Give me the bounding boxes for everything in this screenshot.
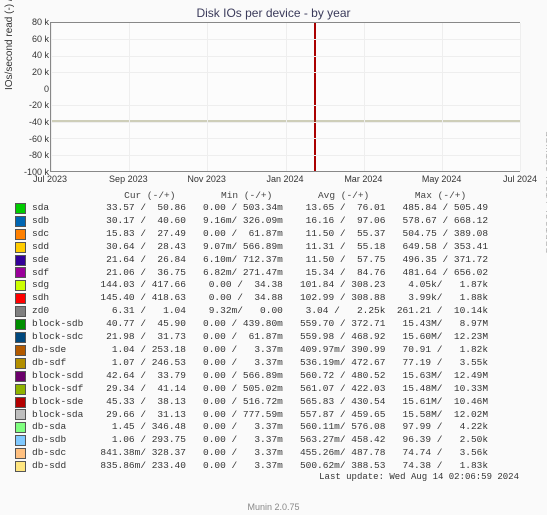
x-tick: Jul 2023: [33, 174, 67, 184]
legend-row: db-sde 1.04 / 253.18 0.00 / 3.37m 409.97…: [15, 344, 488, 357]
y-tick: 60 k: [9, 34, 49, 44]
y-tick: -40 k: [9, 117, 49, 127]
legend-swatch: [15, 242, 26, 253]
legend-row: block-sdf 29.34 / 41.14 0.00 / 505.02m 5…: [15, 383, 488, 396]
legend-swatch: [15, 203, 26, 214]
legend-row: block-sdb 40.77 / 45.90 0.00 / 439.80m 5…: [15, 318, 488, 331]
legend-text: sdb 30.17 / 40.60 9.16m/ 326.09m 16.16 /…: [32, 215, 488, 228]
legend-swatch: [15, 397, 26, 408]
legend-row: sdf 21.06 / 36.75 6.82m/ 271.47m 15.34 /…: [15, 267, 488, 280]
x-tick: Jan 2024: [266, 174, 303, 184]
legend-row: db-sda 1.45 / 346.48 0.00 / 3.37m 560.11…: [15, 421, 488, 434]
legend-swatch: [15, 255, 26, 266]
legend-swatch: [15, 216, 26, 227]
legend-swatch: [15, 461, 26, 472]
legend-text: block-sda 29.66 / 31.13 0.00 / 777.59m 5…: [32, 409, 488, 422]
y-tick: -80 k: [9, 150, 49, 160]
footer-text: Munin 2.0.75: [0, 502, 547, 512]
legend-swatch: [15, 306, 26, 317]
legend-swatch: [15, 371, 26, 382]
legend-row: db-sdb 1.06 / 293.75 0.00 / 3.37m 563.27…: [15, 434, 488, 447]
x-tick: Jul 2024: [503, 174, 537, 184]
legend-swatch: [15, 409, 26, 420]
legend-row: zd0 6.31 / 1.04 9.32m/ 0.00 3.04 / 2.25k…: [15, 305, 488, 318]
legend-text: db-sde 1.04 / 253.18 0.00 / 3.37m 409.97…: [32, 344, 488, 357]
y-tick: 80 k: [9, 17, 49, 27]
legend-swatch: [15, 422, 26, 433]
legend-text: block-sdb 40.77 / 45.90 0.00 / 439.80m 5…: [32, 318, 488, 331]
legend-swatch: [15, 332, 26, 343]
legend-row: block-sdd 42.64 / 33.79 0.00 / 566.89m 5…: [15, 370, 488, 383]
legend-text: block-sdf 29.34 / 41.14 0.00 / 505.02m 5…: [32, 383, 488, 396]
y-tick: 0: [9, 84, 49, 94]
data-spike: [314, 23, 316, 171]
legend-text: sda 33.57 / 50.86 0.00 / 503.34m 13.65 /…: [32, 202, 488, 215]
legend-swatch: [15, 229, 26, 240]
legend-text: sde 21.64 / 26.84 6.10m/ 712.37m 11.50 /…: [32, 254, 488, 267]
legend-row: sdb 30.17 / 40.60 9.16m/ 326.09m 16.16 /…: [15, 215, 488, 228]
y-tick: 20 k: [9, 67, 49, 77]
legend-row: sdg 144.03 / 417.66 0.00 / 34.38 101.84 …: [15, 279, 488, 292]
legend-text: block-sdc 21.98 / 31.73 0.00 / 61.87m 55…: [32, 331, 488, 344]
legend-row: block-sdc 21.98 / 31.73 0.00 / 61.87m 55…: [15, 331, 488, 344]
legend-text: sdg 144.03 / 417.66 0.00 / 34.38 101.84 …: [32, 279, 488, 292]
last-update-text: Last update: Wed Aug 14 02:06:59 2024: [319, 472, 519, 482]
legend-table: sda 33.57 / 50.86 0.00 / 503.34m 13.65 /…: [15, 202, 488, 473]
legend-text: sdd 30.64 / 28.43 9.07m/ 566.89m 11.31 /…: [32, 241, 488, 254]
legend-text: sdc 15.83 / 27.49 0.00 / 61.87m 11.50 / …: [32, 228, 488, 241]
legend-swatch: [15, 293, 26, 304]
legend-swatch: [15, 280, 26, 291]
legend-text: block-sdd 42.64 / 33.79 0.00 / 566.89m 5…: [32, 370, 488, 383]
legend-row: block-sda 29.66 / 31.13 0.00 / 777.59m 5…: [15, 409, 488, 422]
legend-row: sdh 145.40 / 418.63 0.00 / 34.88 102.99 …: [15, 292, 488, 305]
x-tick: Mar 2024: [344, 174, 382, 184]
y-tick: -20 k: [9, 100, 49, 110]
legend-swatch: [15, 267, 26, 278]
legend-text: db-sda 1.45 / 346.48 0.00 / 3.37m 560.11…: [32, 421, 488, 434]
y-tick: -60 k: [9, 134, 49, 144]
legend-text: db-sdc 841.38m/ 328.37 0.00 / 3.37m 455.…: [32, 447, 488, 460]
legend-row: db-sdf 1.07 / 246.53 0.00 / 3.37m 536.19…: [15, 357, 488, 370]
x-tick: May 2024: [422, 174, 462, 184]
legend-swatch: [15, 319, 26, 330]
legend-text: zd0 6.31 / 1.04 9.32m/ 0.00 3.04 / 2.25k…: [32, 305, 488, 318]
legend-swatch: [15, 384, 26, 395]
legend-row: block-sde 45.33 / 38.13 0.00 / 516.72m 5…: [15, 396, 488, 409]
legend-row: sda 33.57 / 50.86 0.00 / 503.34m 13.65 /…: [15, 202, 488, 215]
y-tick: 40 k: [9, 50, 49, 60]
legend-row: sde 21.64 / 26.84 6.10m/ 712.37m 11.50 /…: [15, 254, 488, 267]
legend-header: Cur (-/+) Min (-/+) Avg (-/+) Max (-/+): [50, 190, 466, 201]
legend-row: sdc 15.83 / 27.49 0.00 / 61.87m 11.50 / …: [15, 228, 488, 241]
x-tick: Nov 2023: [187, 174, 226, 184]
chart-plot-area: [50, 22, 520, 172]
legend-text: db-sdb 1.06 / 293.75 0.00 / 3.37m 563.27…: [32, 434, 488, 447]
legend-swatch: [15, 345, 26, 356]
legend-text: sdh 145.40 / 418.63 0.00 / 34.88 102.99 …: [32, 292, 488, 305]
x-tick: Sep 2023: [109, 174, 148, 184]
legend-swatch: [15, 435, 26, 446]
legend-swatch: [15, 448, 26, 459]
legend-row: sdd 30.64 / 28.43 9.07m/ 566.89m 11.31 /…: [15, 241, 488, 254]
legend-row: db-sdc 841.38m/ 328.37 0.00 / 3.37m 455.…: [15, 447, 488, 460]
legend-text: block-sde 45.33 / 38.13 0.00 / 516.72m 5…: [32, 396, 488, 409]
legend-swatch: [15, 358, 26, 369]
legend-text: db-sdf 1.07 / 246.53 0.00 / 3.37m 536.19…: [32, 357, 488, 370]
chart-title: Disk IOs per device - by year: [0, 6, 547, 20]
legend-text: sdf 21.06 / 36.75 6.82m/ 271.47m 15.34 /…: [32, 267, 488, 280]
